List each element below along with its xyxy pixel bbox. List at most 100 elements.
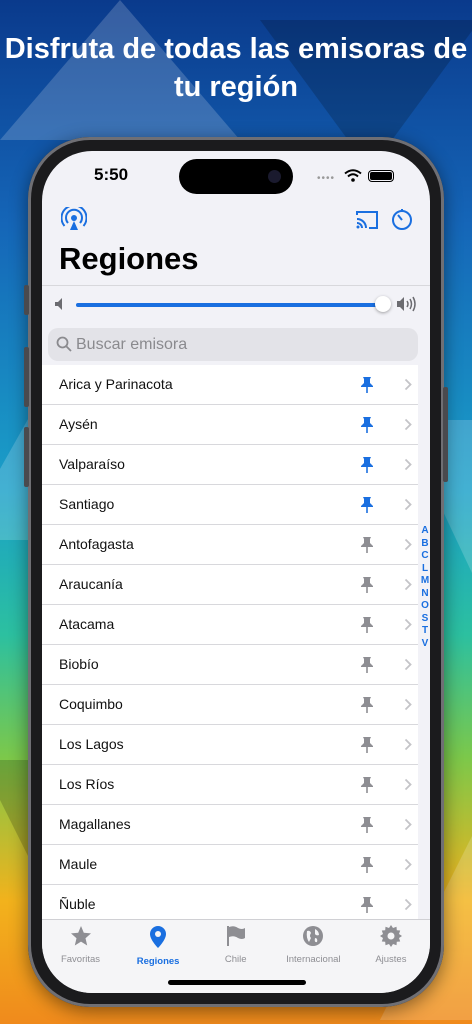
index-letter[interactable]: T [419,625,430,638]
list-item[interactable]: Los Lagos [42,725,418,765]
list-item[interactable]: Antofagasta [42,525,418,565]
search-icon [56,336,72,352]
radio-broadcast-icon[interactable] [61,207,87,233]
chevron-right-icon [404,898,412,911]
list-item[interactable]: Magallanes [42,805,418,845]
chevron-right-icon [404,658,412,671]
alphabet-index[interactable]: ABCLMNOSTV [419,525,430,650]
list-item[interactable]: Biobío [42,645,418,685]
region-name: Ñuble [59,896,96,912]
region-name: Los Lagos [59,736,124,752]
list-item[interactable]: Maule [42,845,418,885]
list-item[interactable]: Araucanía [42,565,418,605]
search-input[interactable]: Buscar emisora [76,336,187,354]
top-toolbar [42,207,430,243]
volume-up-button [24,347,29,407]
pin-icon[interactable] [360,576,374,594]
index-letter[interactable]: N [419,588,430,601]
divider [42,285,430,286]
pin-icon[interactable] [360,496,374,514]
region-name: Valparaíso [59,456,125,472]
tab-label: Chile [224,954,247,965]
chevron-right-icon [404,458,412,471]
tab-ajustes[interactable]: Ajustes [352,925,429,965]
chevron-right-icon [404,378,412,391]
chevron-right-icon [404,578,412,591]
cast-icon[interactable] [354,209,380,231]
list-item[interactable]: Los Ríos [42,765,418,805]
pin-icon[interactable] [360,376,374,394]
pin-icon[interactable] [360,816,374,834]
tab-favoritas[interactable]: Favoritas [42,925,119,965]
tab-regiones[interactable]: Regiones [120,925,197,967]
region-name: Coquimbo [59,696,123,712]
chevron-right-icon [404,618,412,631]
app-screen: 5:50 •••• Regiones Buscar emisora Arica … [42,151,430,993]
pin-icon[interactable] [360,416,374,434]
region-name: Biobío [59,656,99,672]
region-name: Antofagasta [59,536,134,552]
promo-headline: Disfruta de todas las emisoras de tu reg… [4,33,468,103]
speaker-high-icon [397,296,416,312]
pin-icon[interactable] [360,696,374,714]
list-item[interactable]: Valparaíso [42,445,418,485]
pin-icon[interactable] [360,456,374,474]
tab-label: Favoritas [60,954,101,965]
status-time: 5:50 [94,165,129,184]
home-indicator [168,980,306,985]
volume-slider[interactable] [42,287,430,321]
pin-icon[interactable] [360,736,374,754]
chevron-right-icon [404,418,412,431]
region-name: Araucanía [59,576,123,592]
pin-icon[interactable] [360,656,374,674]
pin-icon[interactable] [360,776,374,794]
battery-icon [368,170,394,182]
sleep-timer-icon[interactable] [390,207,414,231]
chevron-right-icon [404,778,412,791]
region-name: Los Ríos [59,776,115,792]
tab-label: Regiones [136,956,180,967]
region-list: Arica y Parinacota Aysén Valparaíso Santiag… [42,365,418,925]
volume-track[interactable] [76,303,384,307]
tab-internacional[interactable]: Internacional [275,925,352,965]
power-button [443,387,448,482]
tab-chile[interactable]: Chile [197,925,274,965]
pin-icon[interactable] [360,856,374,874]
dynamic-island [179,159,293,194]
region-name: Arica y Parinacota [59,376,173,392]
region-name: Atacama [59,616,115,632]
mute-switch [24,285,29,315]
index-letter[interactable]: S [419,613,430,626]
list-item[interactable]: Arica y Parinacota [42,365,418,405]
pin-icon[interactable] [360,896,374,914]
index-letter[interactable]: M [419,575,430,588]
list-item[interactable]: Coquimbo [42,685,418,725]
search-field[interactable]: Buscar emisora [48,328,418,361]
region-name: Santiago [59,496,115,512]
volume-down-button [24,427,29,487]
tab-label: Internacional [286,954,341,965]
volume-knob[interactable] [375,296,391,312]
index-letter[interactable]: A [419,525,430,538]
index-letter[interactable]: B [419,538,430,551]
pin-icon[interactable] [360,536,374,554]
wifi-icon [344,169,362,182]
gear-icon [379,925,402,949]
flag-icon [225,925,247,949]
status-bar: 5:50 •••• [42,151,430,201]
index-letter[interactable]: L [419,563,430,576]
phone-frame: 5:50 •••• Regiones Buscar emisora Arica … [24,137,448,1007]
camera-icon [268,170,281,183]
chevron-right-icon [404,818,412,831]
index-letter[interactable]: V [419,638,430,651]
list-item[interactable]: Aysén [42,405,418,445]
pin-icon[interactable] [360,616,374,634]
star-icon [70,925,92,949]
list-item[interactable]: Atacama [42,605,418,645]
list-item[interactable]: Santiago [42,485,418,525]
globe-icon [302,925,324,949]
index-letter[interactable]: C [419,550,430,563]
index-letter[interactable]: O [419,600,430,613]
signal-dots-icon: •••• [317,173,336,184]
location-pin-icon [148,925,168,949]
